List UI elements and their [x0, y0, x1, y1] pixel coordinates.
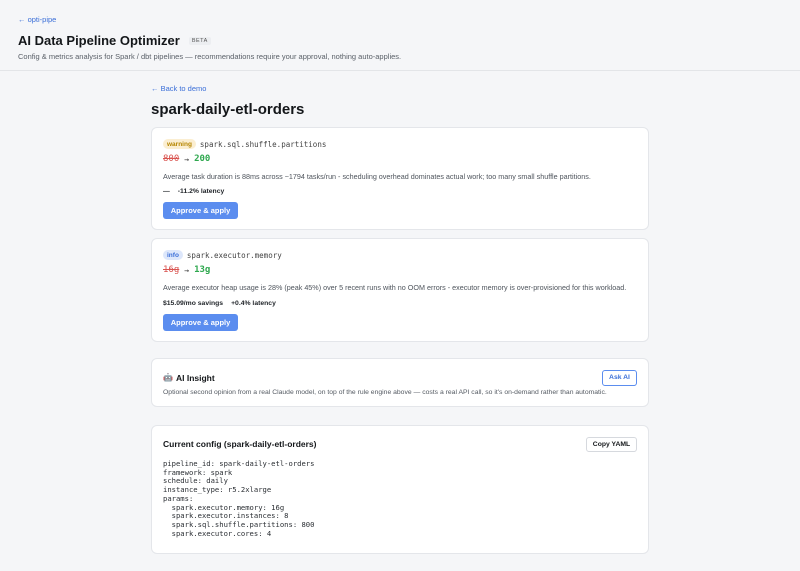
param-name: spark.sql.shuffle.partitions — [199, 139, 327, 149]
impact-row: — -11.2% latency — [163, 188, 637, 195]
ai-insight-card: 🤖 AI Insight Ask AI Optional second opin… — [151, 357, 649, 407]
ai-insight-description: Optional second opinion from a real Clau… — [163, 388, 607, 396]
back-to-opti-pipe-link[interactable]: ← opti-pipe — [18, 15, 56, 24]
approve-apply-button[interactable]: Approve & apply — [163, 202, 238, 220]
ask-ai-button[interactable]: Ask AI — [602, 369, 637, 386]
latency-value: -11.2% latency — [177, 188, 225, 196]
severity-badge-warning: warning — [163, 139, 196, 149]
arrow-right-icon: → — [184, 154, 190, 164]
page-title: spark-daily-etl-orders — [151, 101, 305, 118]
new-value: 200 — [194, 154, 211, 164]
app-subtitle: Config & metrics analysis for Spark / db… — [18, 52, 402, 61]
savings-value: — — [163, 188, 170, 196]
current-config-card: Current config (spark-daily-etl-orders) … — [151, 424, 649, 554]
config-title: Current config (spark-daily-etl-orders) — [163, 439, 317, 450]
recommendation-header: warning spark.sql.shuffle.partitions — [163, 139, 637, 149]
new-value: 13g — [194, 265, 211, 276]
beta-badge: BETA — [188, 36, 211, 45]
config-header: Current config (spark-daily-etl-orders) … — [163, 436, 637, 452]
app-title: AI Data Pipeline Optimizer — [18, 33, 180, 48]
latency-value: +0.4% latency — [231, 299, 276, 307]
config-yaml: pipeline_id: spark-daily-etl-orders fram… — [163, 458, 315, 538]
ai-insight-title: AI Insight — [175, 372, 215, 383]
recommendation-card-shuffle-partitions: warning spark.sql.shuffle.partitions 800… — [151, 127, 649, 231]
savings-value: $15.09/mo savings — [163, 299, 224, 307]
recommendation-header: info spark.executor.memory — [163, 250, 637, 261]
recommendation-reason: Average executor heap usage is 28% (peak… — [163, 283, 627, 293]
arrow-right-icon: → — [184, 265, 190, 275]
copy-yaml-button[interactable]: Copy YAML — [586, 436, 637, 452]
value-change: 16g → 13g — [163, 265, 637, 275]
value-change: 800 → 200 — [163, 154, 637, 164]
ai-insight-header: 🤖 AI Insight Ask AI — [163, 369, 637, 386]
old-value: 16g — [163, 265, 180, 276]
param-name: spark.executor.memory — [186, 250, 282, 260]
recommendation-reason: Average task duration is 88ms across ~17… — [163, 172, 591, 181]
app-header: ← opti-pipe AI Data Pipeline Optimizer B… — [0, 0, 800, 71]
title-row: AI Data Pipeline Optimizer BETA — [18, 33, 782, 48]
old-value: 800 — [163, 154, 180, 164]
ai-insight-title-row: 🤖 AI Insight — [163, 373, 215, 383]
impact-row: $15.09/mo savings +0.4% latency — [163, 300, 637, 307]
main-content: ← Back to demo spark-daily-etl-orders wa… — [151, 71, 649, 554]
severity-badge-info: info — [163, 250, 183, 261]
recommendation-card-executor-memory: info spark.executor.memory 16g → 13g Ave… — [151, 238, 649, 342]
back-to-demo-link[interactable]: ← Back to demo — [151, 84, 206, 93]
approve-apply-button[interactable]: Approve & apply — [163, 313, 238, 331]
robot-icon: 🤖 — [163, 373, 173, 383]
